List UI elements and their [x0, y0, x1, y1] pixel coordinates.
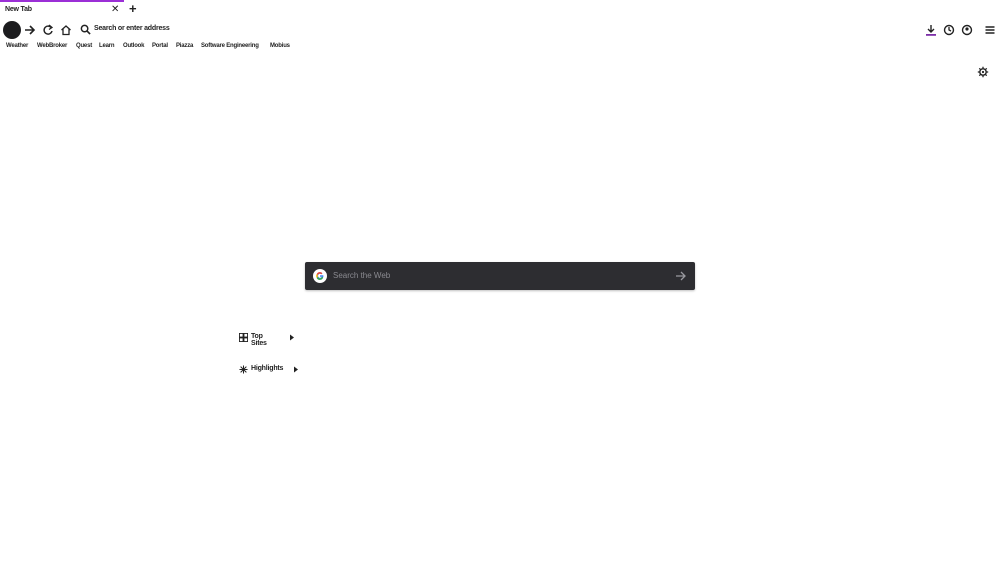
- web-search-box[interactable]: Search the Web: [305, 262, 695, 290]
- bookmark-item[interactable]: Portal: [152, 43, 168, 49]
- bookmark-item[interactable]: Quest: [76, 43, 92, 49]
- plus-icon[interactable]: +: [129, 2, 137, 15]
- download-icon[interactable]: [925, 24, 937, 36]
- caret-right-icon[interactable]: [289, 334, 295, 341]
- bookmark-item[interactable]: Learn: [99, 43, 115, 49]
- nav-toolbar: Search or enter address: [0, 18, 1000, 42]
- account-icon[interactable]: [961, 24, 973, 36]
- search-placeholder: Search the Web: [333, 271, 391, 280]
- close-icon[interactable]: ✕: [111, 5, 119, 15]
- tab-title: New Tab: [5, 6, 32, 13]
- bookmark-item[interactable]: Weather: [6, 43, 28, 49]
- hamburger-menu-icon[interactable]: [984, 24, 996, 36]
- tab-new-tab[interactable]: New Tab ✕: [0, 0, 124, 18]
- bookmark-item[interactable]: Software Engineering: [201, 43, 259, 49]
- reload-icon[interactable]: [42, 24, 54, 36]
- forward-icon[interactable]: [24, 24, 36, 36]
- bookmark-item[interactable]: Piazza: [176, 43, 193, 49]
- history-icon[interactable]: [943, 24, 955, 36]
- gear-icon[interactable]: [977, 66, 989, 78]
- bookmark-item[interactable]: Mobius: [270, 43, 290, 49]
- search-icon: [80, 24, 91, 35]
- sparkle-icon: [239, 365, 248, 374]
- url-bar[interactable]: Search or enter address: [78, 22, 918, 38]
- grid-icon: [239, 333, 248, 342]
- bookmark-item[interactable]: WebBroker: [37, 43, 67, 49]
- arrow-right-icon[interactable]: [675, 270, 687, 282]
- url-placeholder: Search or enter address: [94, 25, 170, 32]
- back-button[interactable]: [3, 21, 21, 39]
- home-icon[interactable]: [60, 24, 72, 36]
- caret-right-icon[interactable]: [293, 366, 299, 373]
- tab-strip: New Tab ✕ +: [0, 0, 1000, 18]
- section-label: Highlights: [251, 365, 284, 372]
- google-logo-icon: [313, 269, 327, 283]
- bookmark-item[interactable]: Outlook: [123, 43, 144, 49]
- section-label: Top Sites: [251, 333, 267, 347]
